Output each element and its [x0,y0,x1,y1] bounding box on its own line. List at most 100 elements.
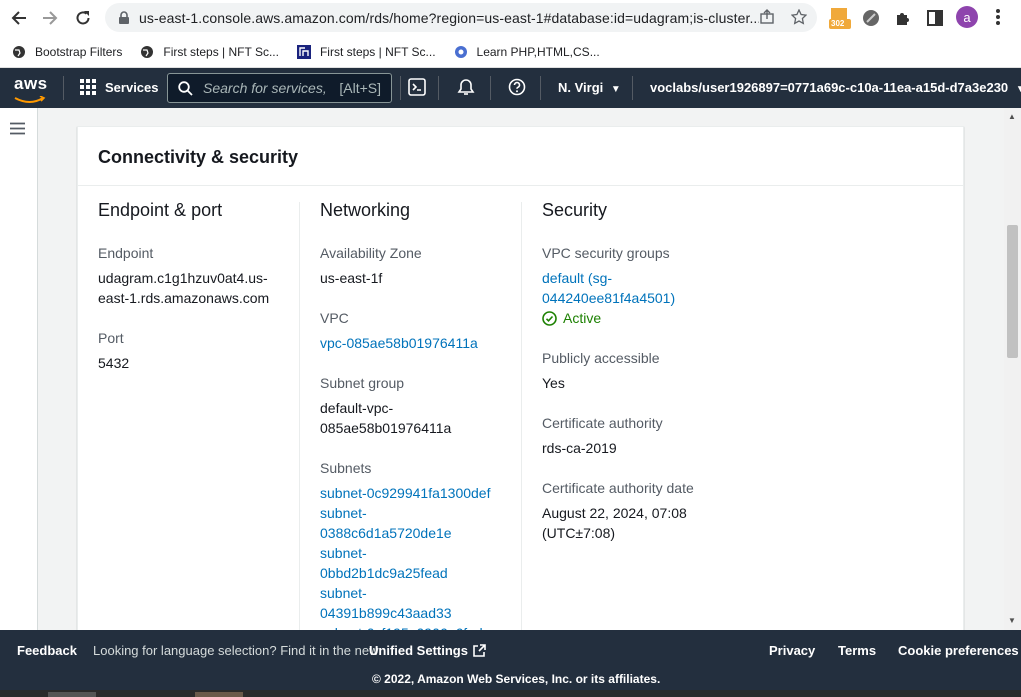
bookmark-item[interactable]: Bootstrap Filters [12,45,122,59]
address-bar[interactable]: us-east-1.console.aws.amazon.com/rds/hom… [105,3,817,32]
vpc-link[interactable]: vpc-085ae58b01976411a [320,333,521,353]
security-group-line: 044240ee81f4a4501) [542,290,676,306]
feedback-link[interactable]: Feedback [17,643,77,658]
main-content: Connectivity & security Endpoint & port … [0,108,1021,630]
unified-settings-link[interactable]: Unified Settings [369,643,486,658]
availability-zone-label: Availability Zone [320,245,422,261]
extension-tool-icon[interactable] [862,9,880,32]
learn-site-icon [454,45,467,58]
subnet-link[interactable]: subnet- 04391b899c43aad33 [320,583,521,623]
unified-settings-label: Unified Settings [369,643,468,658]
networking-column: Networking Availability Zone us-east-1f … [320,200,521,630]
side-panel-icon[interactable] [926,9,944,32]
check-circle-icon [542,310,557,326]
nav-divider [540,76,541,100]
account-menu[interactable]: voclabs/user1926897=0771a69c-c10a-11ea-a… [650,80,1021,95]
bookmark-label: Bootstrap Filters [35,44,123,59]
subnets-list: subnet-0c929941fa1300def subnet- 0388c6d… [320,483,521,630]
nft-site-icon [296,44,311,59]
certificate-authority-label: Certificate authority [542,415,663,431]
nav-divider [490,76,491,100]
search-placeholder: Search for services, [203,80,327,96]
scroll-up-arrow-icon[interactable]: ▲ [1008,112,1016,121]
endpoint-line: udagram.c1g1hzuv0at4.us- [98,270,268,286]
security-heading: Security [542,200,608,220]
subnet-link[interactable]: subnet-0cf195e0906e6fed [320,623,521,630]
browser-toolbar: us-east-1.console.aws.amazon.com/rds/hom… [0,0,1021,36]
forward-icon[interactable] [35,3,65,33]
grid-icon [80,79,96,95]
caret-down-icon: ▼ [1015,84,1021,95]
back-icon[interactable] [4,3,34,33]
caret-down-icon: ▼ [610,84,621,95]
profile-initial: a [963,9,971,25]
publicly-accessible-label: Publicly accessible [542,350,660,366]
nav-divider [63,76,64,100]
status-text: Active [563,310,602,326]
subnets-label: Subnets [320,460,372,476]
column-divider [521,202,522,630]
taskbar-item[interactable] [48,692,96,697]
vpc-label: VPC [320,310,349,326]
profile-avatar[interactable]: a [956,6,978,28]
extension-badge: 302 [831,19,845,28]
subnet-group-line: 085ae58b01976411a [320,420,452,436]
bookmark-item[interactable]: First steps | NFT Sc... [140,45,279,59]
help-icon[interactable] [508,78,526,99]
cloudshell-icon[interactable] [408,78,426,99]
scrollbar-thumb[interactable] [1007,225,1018,358]
bookmark-label: Learn PHP,HTML,CS... [476,44,600,59]
search-icon [178,80,193,96]
subnet-line: 0bbd2b1dc9a25fead [320,565,448,581]
region-selector[interactable]: N. Virgi ▼ [558,80,621,95]
console-footer: Feedback Looking for language selection?… [0,630,1021,690]
service-search-input[interactable]: Search for services, [Alt+S] [167,73,392,103]
subnet-line: subnet- [320,545,367,561]
extensions-puzzle-icon[interactable] [894,9,912,32]
browser-menu-icon[interactable] [995,8,1001,31]
page-scrollbar[interactable]: ▲ ▼ [1004,108,1021,630]
aws-console-nav: aws Services Search for services, [Alt+S… [0,68,1021,108]
hamburger-menu-icon[interactable] [10,122,25,140]
subnet-link[interactable]: subnet-0c929941fa1300def [320,483,521,503]
subnet-group-label: Subnet group [320,375,405,391]
bookmark-label: First steps | NFT Sc... [163,44,279,59]
certificate-authority-value: rds-ca-2019 [542,440,617,456]
language-notice: Looking for language selection? Find it … [93,643,379,658]
bookmark-item[interactable]: First steps | NFT Sc... [296,44,436,59]
subnet-line: 04391b899c43aad33 [320,605,452,621]
security-group-link[interactable]: default (sg- 044240ee81f4a4501) [542,268,743,308]
cookie-preferences-link[interactable]: Cookie preferences [898,643,1019,658]
scroll-down-arrow-icon[interactable]: ▼ [1008,616,1016,625]
extension-302-icon[interactable]: 302 [829,6,851,35]
region-label: N. Virgi [558,80,604,95]
globe-icon [141,45,154,58]
subnet-link[interactable]: subnet- 0388c6d1a5720de1e [320,503,521,543]
copyright-text: © 2022, Amazon Web Services, Inc. or its… [372,672,661,686]
publicly-accessible-value: Yes [542,375,565,391]
terms-link[interactable]: Terms [838,643,876,658]
availability-zone-value: us-east-1f [320,270,383,286]
lock-icon [119,10,129,24]
share-icon[interactable] [759,9,775,29]
subnet-line: subnet- [320,585,367,601]
endpoint-port-column: Endpoint & port Endpoint udagram.c1g1hzu… [98,200,299,393]
bookmark-star-icon[interactable] [790,8,808,29]
reload-icon[interactable] [68,3,98,33]
aws-smile-icon [14,95,46,103]
nav-divider [438,76,439,100]
aws-logo-text: aws [14,74,48,93]
os-taskbar [0,690,1021,697]
aws-logo[interactable]: aws [14,74,48,107]
security-group-line: default (sg- [542,270,613,286]
account-label: voclabs/user1926897=0771a69c-c10a-11ea-a… [650,80,1009,95]
privacy-link[interactable]: Privacy [769,643,815,658]
subnet-line: subnet- [320,505,367,521]
bookmark-item[interactable]: Learn PHP,HTML,CS... [454,45,600,59]
services-menu-button[interactable]: Services [80,79,159,95]
ca-date-line: August 22, 2024, 07:08 [542,505,687,521]
subnet-link[interactable]: subnet- 0bbd2b1dc9a25fead [320,543,521,583]
taskbar-item[interactable] [195,692,243,697]
notifications-bell-icon[interactable] [457,78,475,99]
search-shortcut: [Alt+S] [339,80,381,96]
